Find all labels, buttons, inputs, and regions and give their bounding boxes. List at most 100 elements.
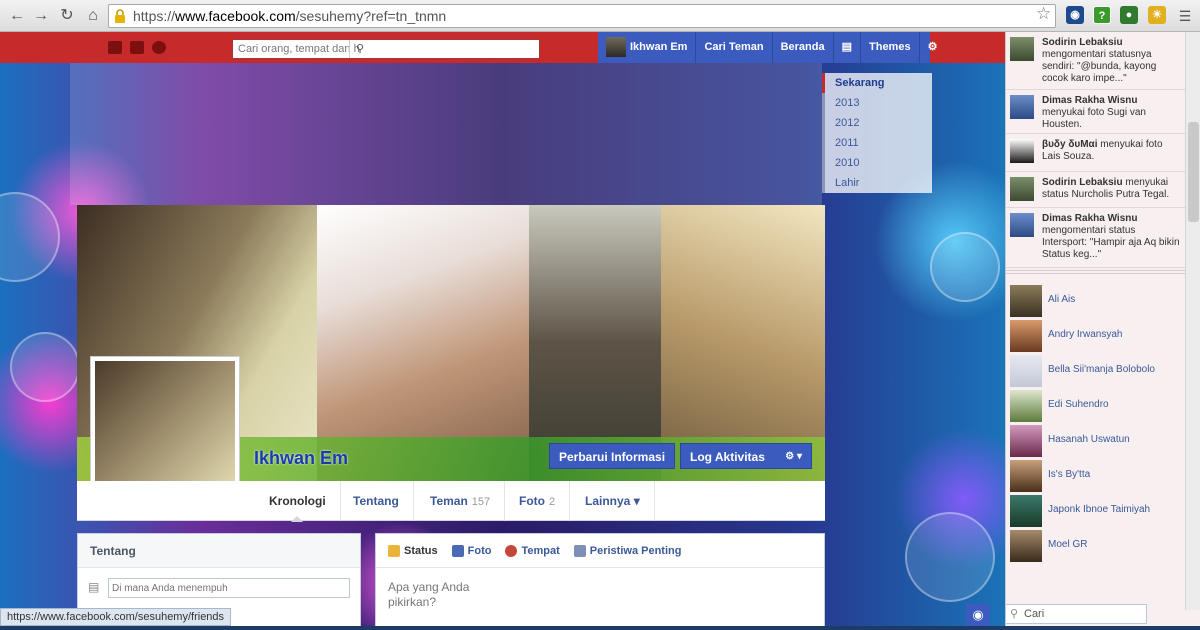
default-avatar-icon <box>1010 355 1042 387</box>
facebook-header: Cari orang, tempat dan h ⚲ Ikhwan Em Car… <box>0 32 1005 63</box>
ticker-item[interactable]: Dimas Rakha Wisnu mengomentari status In… <box>1006 208 1186 268</box>
search-icon[interactable]: ⚲ <box>349 40 539 58</box>
tab-label: Teman <box>430 494 468 508</box>
privacy-shortcuts-icon[interactable]: ▤ <box>834 32 861 63</box>
notifications-globe-icon[interactable] <box>152 41 166 54</box>
find-friends-link[interactable]: Cari Teman <box>696 32 773 63</box>
tab-more[interactable]: Lainnya ▾ <box>571 481 655 521</box>
chat-friend[interactable]: Moel GR <box>1010 529 1188 563</box>
tab-friends[interactable]: Teman 157 <box>416 481 506 521</box>
tab-timeline[interactable]: Kronologi <box>255 481 341 522</box>
chat-friend-name: Is's By'tta <box>1048 469 1091 480</box>
url-path: /sesuhemy?ref=tn_tnmn <box>295 8 447 24</box>
ticker-text: menyukai foto Sugi van Housten. <box>1042 107 1146 130</box>
tab-label: Foto <box>519 494 545 508</box>
ticker-name: Sodirin Lebaksiu <box>1042 37 1123 48</box>
ticker-name: βυδу δυΜαі <box>1042 139 1098 150</box>
ticker-item[interactable]: βυδу δυΜαі menyukai foto Lais Souza. <box>1006 134 1186 172</box>
avatar <box>1010 95 1034 119</box>
avatar <box>95 361 235 501</box>
chat-friend-name: Moel GR <box>1048 539 1088 550</box>
activity-log-label: Log Aktivitas <box>690 450 765 464</box>
composer-tab-place[interactable]: Tempat <box>505 544 560 557</box>
chat-friend-name: Bella Sii'manja Bolobolo <box>1048 364 1155 375</box>
avatar <box>1010 320 1042 352</box>
sidebar-scrollbar[interactable] <box>1185 32 1200 610</box>
lock-icon <box>115 9 125 23</box>
year-link[interactable]: 2012 <box>822 113 932 133</box>
composer-tab-status[interactable]: Status <box>388 544 438 557</box>
timeline-header-background <box>70 63 822 205</box>
chat-friend-name: Japonk Ibnoe Taimiyah <box>1048 504 1151 515</box>
url-host: www.facebook.com <box>175 8 296 24</box>
bookmark-star-icon[interactable]: ☆ <box>1036 4 1051 24</box>
chat-search-input[interactable]: ⚲ Cari <box>1005 604 1147 624</box>
extension-weather-icon[interactable]: ☀ <box>1148 6 1166 24</box>
chat-friend-name: Hasanah Uswatun <box>1048 434 1130 445</box>
chevron-down-icon: ▾ <box>633 494 640 508</box>
tab-label: Kronologi <box>269 494 326 508</box>
chat-friend[interactable]: Ali Ais <box>1010 284 1188 318</box>
chat-friend[interactable]: Bella Sii'manja Bolobolo <box>1010 354 1188 388</box>
profile-name[interactable]: Ikhwan Em <box>254 448 348 469</box>
composer-tab-photo[interactable]: Foto <box>451 544 492 557</box>
status-textarea[interactable]: Apa yang Anda pikirkan? <box>388 580 469 610</box>
chat-friend[interactable]: Edi Suhendro <box>1010 389 1188 423</box>
tab-about[interactable]: Tentang <box>339 481 414 521</box>
chat-friend[interactable]: Andry Irwansyah <box>1010 319 1188 353</box>
composer-tab-label: Tempat <box>521 544 560 557</box>
settings-gear-icon[interactable]: ⚙ <box>920 32 946 63</box>
tab-photos[interactable]: Foto 2 <box>505 481 571 521</box>
facebook-page: Cari orang, tempat dan h ⚲ Ikhwan Em Car… <box>0 32 1005 630</box>
friends-count: 157 <box>471 496 491 508</box>
composer-tab-life-event[interactable]: Peristiwa Penting <box>573 544 681 557</box>
reload-icon[interactable]: ↻ <box>56 5 78 27</box>
chat-friend[interactable]: Japonk Ibnoe Taimiyah <box>1010 494 1188 528</box>
year-link[interactable]: Sekarang <box>822 73 932 93</box>
header-nav: Ikhwan Em Cari Teman Beranda ▤ Themes ⚙ <box>598 32 937 63</box>
menu-icon[interactable]: ☰ <box>1174 5 1196 27</box>
scrollbar-thumb[interactable] <box>1188 122 1199 222</box>
activity-log-button[interactable]: Log Aktivitas ⚙ ▾ <box>680 443 812 469</box>
chat-search-placeholder: Cari <box>1024 608 1045 620</box>
status-placeholder: Apa yang Anda <box>388 580 470 594</box>
search-input[interactable]: Cari orang, tempat dan h ⚲ <box>232 39 540 59</box>
header-profile-link[interactable]: Ikhwan Em <box>598 32 697 63</box>
chat-globe-icon[interactable]: ◉ <box>966 604 990 626</box>
update-info-button[interactable]: Perbarui Informasi <box>549 443 676 469</box>
chat-friend[interactable]: Is's By'tta <box>1010 459 1188 493</box>
sidebar-resize-handle[interactable] <box>1006 270 1186 274</box>
avatar <box>1010 177 1034 201</box>
year-link[interactable]: 2013 <box>822 93 932 113</box>
education-input[interactable] <box>108 578 350 598</box>
themes-link[interactable]: Themes <box>861 32 920 63</box>
year-link[interactable]: 2010 <box>822 153 932 173</box>
status-placeholder: pikirkan? <box>388 595 437 609</box>
address-bar[interactable]: https://www.facebook.com/sesuhemy?ref=tn… <box>108 4 1056 28</box>
background-bubble <box>10 332 80 402</box>
home-link[interactable]: Beranda <box>773 32 834 63</box>
chat-friend[interactable]: Hasanah Uswatun <box>1010 424 1188 458</box>
composer-tab-label: Foto <box>467 544 492 557</box>
extension-user-icon[interactable]: ● <box>1120 6 1138 24</box>
ticker-item[interactable]: Sodirin Lebaksiu mengomentari statusnya … <box>1006 32 1186 90</box>
friend-requests-icon[interactable] <box>108 41 122 54</box>
back-arrow-icon[interactable]: ← <box>6 5 28 27</box>
avatar <box>1010 285 1042 317</box>
ticker-item[interactable]: Sodirin Lebaksiu menyukai status Nurchol… <box>1006 172 1186 208</box>
ticker-item[interactable]: Dimas Rakha Wisnu menyukai foto Sugi van… <box>1006 90 1186 134</box>
year-link[interactable]: Lahir <box>822 173 932 193</box>
camera-icon <box>451 544 464 557</box>
extension-shield-icon[interactable]: ◉ <box>1066 6 1084 24</box>
avatar <box>1010 425 1042 457</box>
tab-label: Lainnya <box>585 494 631 508</box>
background-bubble <box>0 192 60 282</box>
status-pencil-icon <box>388 544 400 557</box>
messages-icon[interactable] <box>130 41 144 54</box>
education-icon: ▤ <box>88 580 100 594</box>
forward-arrow-icon[interactable]: → <box>30 5 52 27</box>
extension-help-icon[interactable]: ? <box>1093 6 1111 24</box>
search-placeholder: Cari orang, tempat dan h <box>238 43 360 55</box>
home-icon[interactable]: ⌂ <box>82 5 104 27</box>
year-link[interactable]: 2011 <box>822 133 932 153</box>
